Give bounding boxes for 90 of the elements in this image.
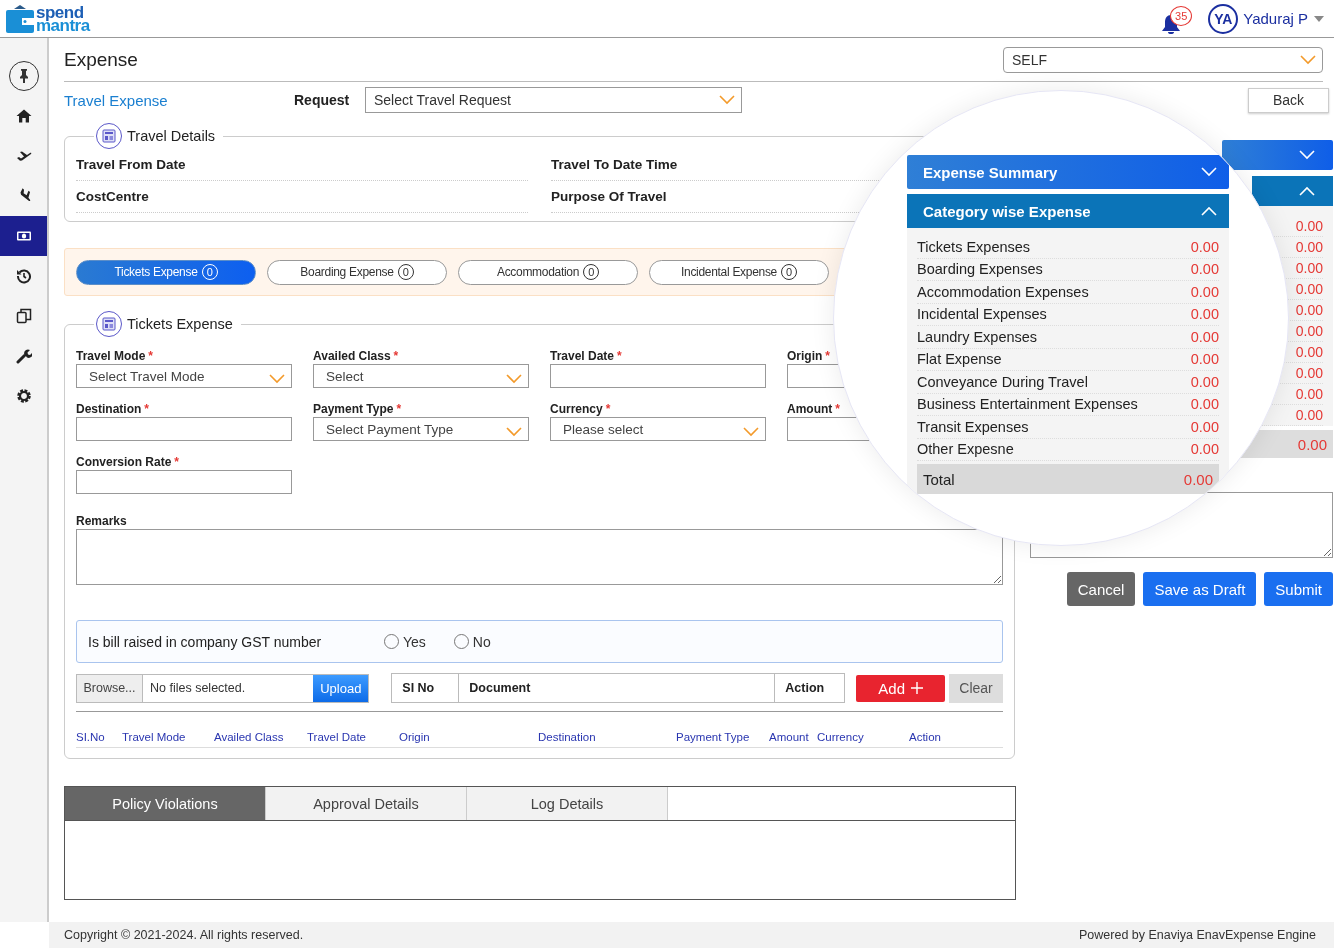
input-field[interactable]: [76, 417, 292, 441]
chevron-down-icon: [269, 374, 285, 384]
column-header: Travel Date: [307, 731, 367, 743]
section-link[interactable]: Travel Expense: [64, 91, 294, 109]
category-tab[interactable]: Boarding Expense 0: [267, 259, 447, 285]
file-name: No files selected.: [149, 680, 247, 697]
scope-dropdown[interactable]: SELF: [1003, 46, 1323, 73]
section-title: Tickets Expense: [127, 316, 233, 332]
radio-option[interactable]: No: [453, 633, 491, 650]
column-header: Availed Class: [214, 731, 285, 743]
logo-text: spend: [36, 5, 84, 19]
dropdown-field[interactable]: Select Payment Type: [313, 417, 529, 441]
column-header: Document: [459, 674, 776, 702]
category-name: Flat Expense: [917, 351, 1002, 368]
column-header: Currency: [817, 731, 865, 743]
category-name: Laundry Expenses: [917, 328, 1038, 345]
tab[interactable]: Approval Details: [266, 787, 467, 820]
column-header: Action: [784, 680, 826, 697]
column-header: SI No: [392, 674, 460, 702]
dropdown-field[interactable]: Please select: [550, 417, 766, 441]
request-dropdown[interactable]: Select Travel Request: [365, 87, 742, 113]
amount-value: 0.00: [1190, 306, 1219, 323]
chevron-down-icon: [506, 427, 522, 437]
wallet-logo-icon: [6, 3, 34, 34]
settings-icon: [15, 388, 32, 404]
accordion-header[interactable]: Expense Summary: [907, 155, 1229, 189]
user-name[interactable]: Yaduraj P: [1243, 10, 1308, 27]
powered-by-text: Powered by Enaviya EnavExpense Engine: [1079, 928, 1316, 942]
field-label: Travel From Date: [76, 157, 186, 172]
copyright-text: Copyright © 2021-2024. All rights reserved.: [64, 928, 304, 942]
accordion-header[interactable]: Category wise Expense: [907, 194, 1229, 228]
column-header: SI.No: [76, 731, 106, 743]
primary-button[interactable]: Save as Draft: [1143, 572, 1257, 606]
request-label: Request: [294, 92, 351, 108]
wrench-icon: [15, 348, 32, 364]
chevron-down-icon: [719, 95, 735, 105]
field-label: Purpose Of Travel: [551, 189, 667, 204]
column-header: Destination: [538, 731, 597, 743]
column-header: Amount: [769, 731, 810, 743]
section-title: Travel Details: [127, 128, 216, 144]
user-avatar[interactable]: YA: [1208, 3, 1239, 34]
category-name: Boarding Expenses: [917, 261, 1043, 278]
upload-button[interactable]: Upload: [313, 674, 369, 702]
column-header: Origin: [399, 731, 431, 743]
amount-value: 0.00: [1190, 283, 1219, 300]
field-label: Travel To Date Time: [551, 157, 678, 172]
chevron-down-icon: [1300, 54, 1316, 65]
input-field[interactable]: [550, 364, 766, 388]
accordion-header[interactable]: [1252, 176, 1333, 206]
chevron-down-icon: [743, 427, 759, 437]
caret-icon[interactable]: [1314, 15, 1324, 22]
cancel-button[interactable]: Cancel: [1066, 572, 1136, 606]
plus-icon: [911, 682, 924, 694]
radio-option[interactable]: Yes: [384, 633, 426, 650]
copy-icon: [15, 308, 32, 324]
input-field[interactable]: [76, 470, 292, 494]
total-value: 0.00: [1183, 470, 1213, 488]
sidebar-item[interactable]: [0, 216, 47, 256]
browse-button[interactable]: Browse...: [77, 674, 143, 702]
dropdown-field[interactable]: Select: [313, 364, 529, 388]
category-name: Transit Expenses: [917, 418, 1029, 435]
amount-value: 0.00: [1190, 328, 1219, 345]
field-label: CostCentre: [76, 189, 149, 204]
amount-value: 0.00: [1190, 441, 1219, 458]
amount-value: 0.00: [1190, 261, 1219, 278]
clear-button[interactable]: Clear: [949, 673, 1003, 703]
category-name: Other Expesne: [917, 441, 1014, 458]
total-label: Total: [923, 470, 955, 488]
notification-count: 35: [1170, 5, 1193, 26]
amount-value: 0.00: [1190, 238, 1219, 255]
column-header: Payment Type: [676, 731, 751, 743]
category-tab[interactable]: Incidental Expense 0: [649, 259, 829, 285]
dropdown-field[interactable]: Select Travel Mode: [76, 364, 292, 388]
back-button[interactable]: Back: [1248, 87, 1329, 113]
category-name: Tickets Expenses: [917, 238, 1031, 255]
history-icon: [15, 268, 32, 284]
column-header: Travel Mode: [122, 731, 187, 743]
tab[interactable]: Log Details: [467, 787, 668, 820]
accordion-header[interactable]: [1222, 140, 1333, 170]
remarks-field[interactable]: [76, 529, 1003, 585]
primary-button[interactable]: Submit: [1264, 572, 1333, 606]
question-text: Is bill raised in company GST number: [88, 633, 323, 650]
category-tab[interactable]: Tickets Expense 0: [76, 259, 256, 285]
page-title: Expense: [64, 48, 138, 71]
tab[interactable]: Policy Violations: [65, 787, 266, 820]
add-button[interactable]: Add: [856, 674, 946, 702]
home-icon: [15, 108, 32, 124]
chevron-down-icon: [506, 374, 522, 384]
category-tab[interactable]: Accommodation 0: [458, 259, 638, 285]
column-header: Action: [909, 731, 942, 743]
